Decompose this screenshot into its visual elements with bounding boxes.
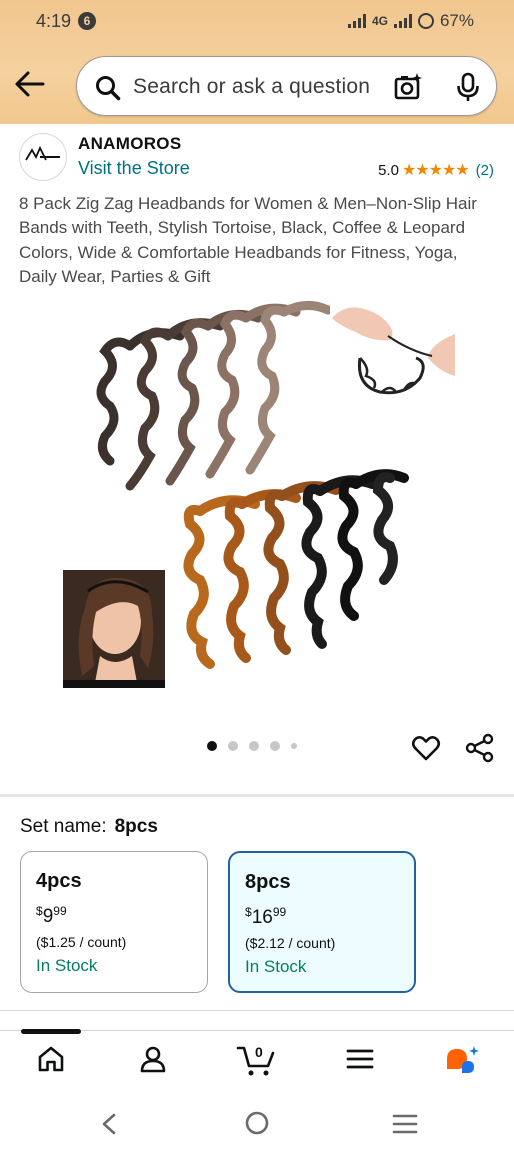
status-bar: 4:19 6 4G 67% <box>0 0 514 42</box>
section-divider <box>0 794 514 797</box>
option-unit-price: ($1.25 / count) <box>36 934 127 950</box>
active-tab-indicator <box>21 1029 81 1034</box>
option-unit-price: ($2.12 / count) <box>245 935 336 951</box>
option-card-4pcs[interactable]: 4pcs $999 ($1.25 / count) In Stock <box>20 851 208 993</box>
menu-icon[interactable] <box>346 1045 374 1073</box>
set-name-row: Set name: 8pcs <box>20 816 158 838</box>
battery-icon <box>417 13 434 29</box>
option-label: 8pcs <box>245 871 291 893</box>
notification-badge: 6 <box>78 12 96 30</box>
product-image[interactable] <box>60 296 455 692</box>
review-count-link[interactable]: (2) <box>476 162 494 179</box>
rufus-assistant-icon[interactable] <box>444 1045 480 1079</box>
option-card-8pcs[interactable]: 8pcs $1699 ($2.12 / count) In Stock <box>228 851 416 993</box>
option-price: $999 <box>36 904 67 928</box>
brand-name: ANAMOROS <box>78 134 182 153</box>
account-icon[interactable] <box>139 1045 167 1073</box>
price-whole: 16 <box>251 907 273 928</box>
system-back-icon[interactable] <box>98 1112 120 1136</box>
microphone-icon[interactable] <box>455 72 481 102</box>
network-label: 4G <box>371 14 388 28</box>
pagination-dot[interactable] <box>291 743 297 749</box>
system-recents-icon[interactable] <box>391 1112 419 1136</box>
pagination-dot[interactable] <box>228 741 238 751</box>
camera-search-icon[interactable] <box>393 72 423 102</box>
system-navigation-bar <box>0 1093 514 1151</box>
pagination-dot[interactable] <box>270 741 280 751</box>
price-currency: $ <box>245 905 252 919</box>
rating-summary[interactable]: 5.0 ★★★★★ (2) <box>378 160 494 180</box>
brand-logo-mark <box>25 145 60 161</box>
option-stock-status: In Stock <box>36 956 98 975</box>
cart-count: 0 <box>255 1044 263 1060</box>
visit-store-link[interactable]: Visit the Store <box>78 158 190 179</box>
search-bar[interactable]: Search or ask a question <box>76 56 497 116</box>
home-icon[interactable] <box>37 1045 65 1073</box>
divider <box>0 1010 514 1011</box>
product-title: 8 Pack Zig Zag Headbands for Women & Men… <box>19 194 477 286</box>
search-input[interactable]: Search or ask a question <box>133 75 370 99</box>
price-fraction: 99 <box>272 905 287 919</box>
battery-level: 67% <box>439 11 474 30</box>
status-indicators: 4G 67% <box>347 11 474 31</box>
rating-value: 5.0 <box>378 161 399 179</box>
set-name-value: 8pcs <box>114 816 158 837</box>
pagination-dot-active[interactable] <box>207 741 217 751</box>
price-whole: 9 <box>42 906 54 927</box>
option-stock-status: In Stock <box>245 957 307 976</box>
image-pagination[interactable] <box>207 741 297 751</box>
option-label: 4pcs <box>36 870 82 892</box>
signal-icon-2 <box>393 14 412 28</box>
price-currency: $ <box>36 904 43 918</box>
set-name-label: Set name: <box>20 816 107 837</box>
option-price: $1699 <box>245 905 286 929</box>
price-fraction: 99 <box>53 904 67 918</box>
system-home-icon[interactable] <box>244 1110 270 1136</box>
status-time: 4:19 <box>36 11 72 31</box>
header: 4:19 6 4G 67% Search or ask a question <box>0 0 514 124</box>
search-icon <box>96 76 121 101</box>
heart-icon[interactable] <box>411 733 441 763</box>
star-rating-icon: ★★★★★ <box>401 162 470 179</box>
brand-logo[interactable] <box>19 133 67 181</box>
back-arrow-icon[interactable] <box>14 70 46 98</box>
share-icon[interactable] <box>465 733 495 763</box>
pagination-dot[interactable] <box>249 741 259 751</box>
signal-icon <box>347 14 366 28</box>
